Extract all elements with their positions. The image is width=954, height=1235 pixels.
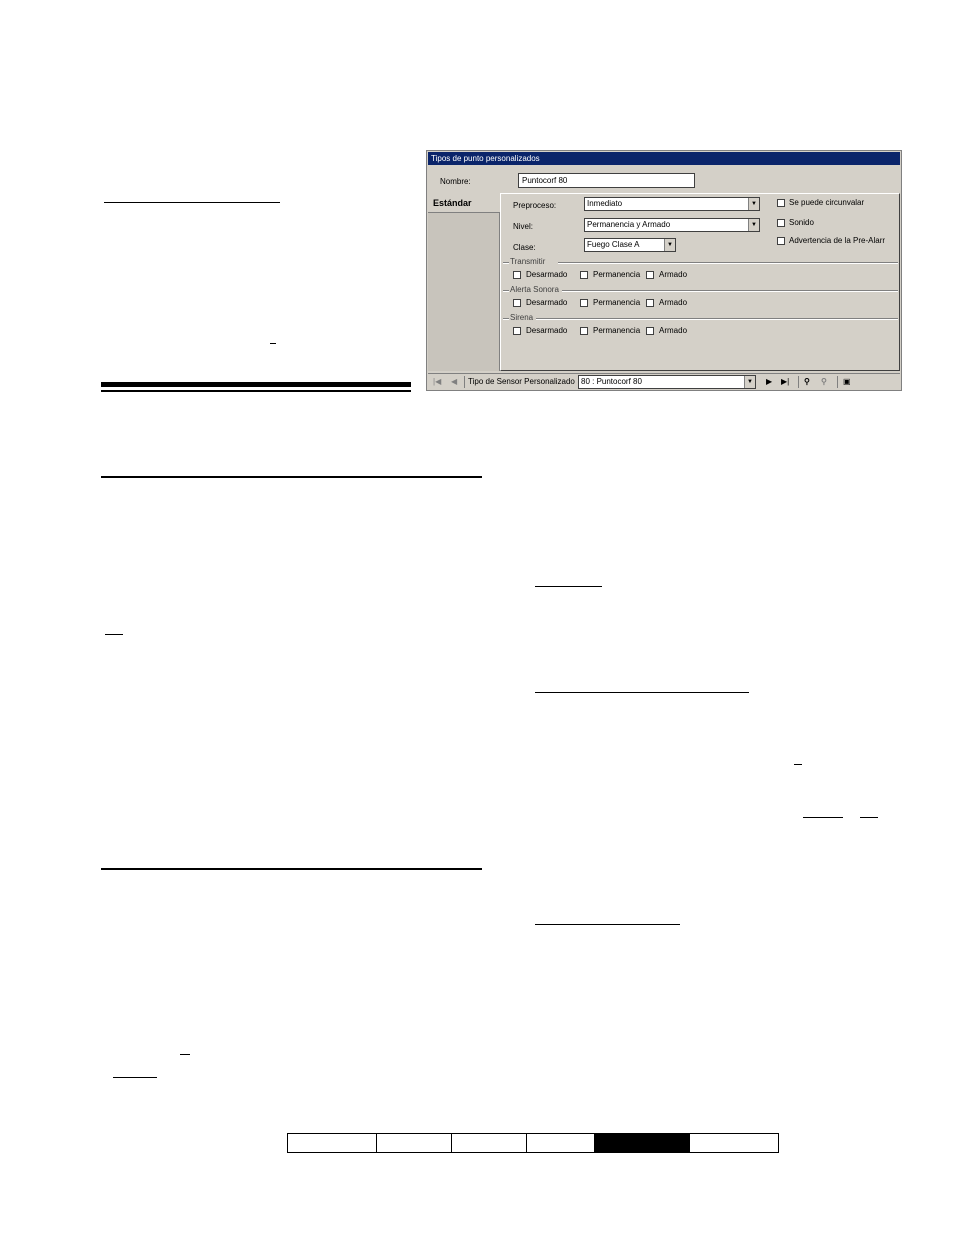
alerta-desarmado-label: Desarmado (526, 298, 568, 307)
underline-fragment-5 (535, 692, 749, 693)
dropdown-arrow-icon[interactable]: ▼ (744, 376, 755, 388)
footer-section-cell (377, 1134, 452, 1152)
alerta-desarmado-checkbox[interactable] (513, 299, 521, 307)
section-rule-2 (101, 868, 482, 870)
nav-separator (837, 376, 838, 388)
group-title-sirena: Sirena (510, 313, 534, 322)
alerta-armado-label: Armado (659, 298, 688, 307)
sirena-armado-checkbox[interactable] (646, 327, 654, 335)
group-divider (503, 290, 509, 292)
underline-fragment-3 (105, 634, 123, 635)
nivel-value: Permanencia y Armado (587, 220, 671, 229)
section-thick-rule (101, 382, 411, 387)
underline-fragment-8 (860, 817, 878, 818)
clase-select[interactable]: Fuego Clase A ▼ (584, 238, 676, 252)
option-checkbox-sound[interactable] (777, 219, 785, 227)
group-divider (503, 262, 509, 264)
alerta-armado-checkbox[interactable] (646, 299, 654, 307)
footer-section-cell (690, 1134, 778, 1152)
tab-column: Estándar (428, 193, 500, 371)
tab-estandar[interactable]: Estándar (428, 193, 500, 213)
group-divider (562, 290, 898, 292)
group-title-alerta-sonora: Alerta Sonora (510, 285, 559, 294)
footer-section-cell (452, 1134, 527, 1152)
sensor-type-value: 80 : Puntocorf 80 (581, 377, 642, 386)
clase-value: Fuego Clase A (587, 240, 640, 249)
sensor-type-select[interactable]: 80 : Puntocorf 80 ▼ (578, 375, 756, 389)
transmitir-desarmado-label: Desarmado (526, 270, 568, 279)
window-title-bar: Tipos de punto personalizados (428, 152, 900, 165)
transmitir-desarmado-checkbox[interactable] (513, 271, 521, 279)
preproceso-label: Preproceso: (513, 201, 557, 210)
nombre-input[interactable]: Puntocorf 80 (518, 173, 695, 188)
transmitir-permanencia-label: Permanencia (593, 270, 641, 279)
dropdown-arrow-icon[interactable]: ▼ (748, 198, 759, 210)
sirena-desarmado-label: Desarmado (526, 326, 568, 335)
new-record-icon[interactable]: ▣ (843, 377, 851, 387)
underline-fragment-7 (803, 817, 843, 818)
option-label-prealarm: Advertencia de la Pre-Alarr (789, 236, 886, 245)
custom-point-types-window: Tipos de punto personalizados Nombre: Pu… (426, 150, 902, 391)
underline-fragment-6 (794, 764, 802, 765)
section-thin-rule (101, 390, 411, 392)
footer-section-cell (288, 1134, 377, 1152)
transmitir-armado-checkbox[interactable] (646, 271, 654, 279)
option-label-bypass: Se puede circunvalar (789, 198, 865, 207)
footer-section-cell (527, 1134, 595, 1152)
underline-fragment-1 (104, 202, 280, 203)
previous-record-icon[interactable]: ◀ (451, 377, 457, 387)
preproceso-value: Inmediato (587, 199, 623, 208)
option-label-sound: Sonido (789, 218, 814, 227)
nombre-label: Nombre: (440, 177, 471, 186)
nivel-select[interactable]: Permanencia y Armado ▼ (584, 218, 760, 232)
footer-section-cell-active (595, 1134, 690, 1152)
option-checkbox-bypass[interactable] (777, 199, 785, 207)
section-rule-1 (101, 476, 482, 478)
sensor-type-label: Tipo de Sensor Personalizado (468, 377, 575, 386)
underline-fragment-4 (535, 586, 602, 587)
sirena-armado-label: Armado (659, 326, 688, 335)
nav-separator (798, 376, 799, 388)
underline-fragment-11 (113, 1077, 157, 1078)
dropdown-arrow-icon[interactable]: ▼ (748, 219, 759, 231)
record-navigation-bar: |◀ ◀ Tipo de Sensor Personalizado 80 : P… (428, 373, 900, 390)
dropdown-arrow-icon[interactable]: ▼ (664, 239, 675, 251)
group-divider (536, 318, 898, 320)
group-divider (503, 318, 509, 320)
transmitir-armado-label: Armado (659, 270, 688, 279)
nivel-label: Nivel: (513, 222, 534, 231)
option-checkbox-prealarm[interactable] (777, 237, 785, 245)
underline-fragment-10 (180, 1054, 190, 1055)
nav-separator (464, 376, 465, 388)
footer-section-strip (287, 1133, 779, 1153)
find-next-icon[interactable]: ⚲ (821, 377, 827, 387)
preproceso-select[interactable]: Inmediato ▼ (584, 197, 760, 211)
underline-fragment-9 (535, 924, 680, 925)
transmitir-permanencia-checkbox[interactable] (580, 271, 588, 279)
underline-fragment-2 (270, 343, 276, 344)
alerta-permanencia-label: Permanencia (593, 298, 641, 307)
sirena-permanencia-checkbox[interactable] (580, 327, 588, 335)
find-icon[interactable]: ⚲ (804, 377, 810, 387)
sirena-permanencia-label: Permanencia (593, 326, 641, 335)
sirena-desarmado-checkbox[interactable] (513, 327, 521, 335)
clase-label: Clase: (513, 243, 536, 252)
first-record-icon[interactable]: |◀ (433, 377, 441, 387)
group-divider (558, 262, 898, 264)
next-record-icon[interactable]: ▶ (766, 377, 772, 387)
group-title-transmitir: Transmitir (510, 257, 546, 266)
alerta-permanencia-checkbox[interactable] (580, 299, 588, 307)
last-record-icon[interactable]: ▶| (781, 377, 789, 387)
